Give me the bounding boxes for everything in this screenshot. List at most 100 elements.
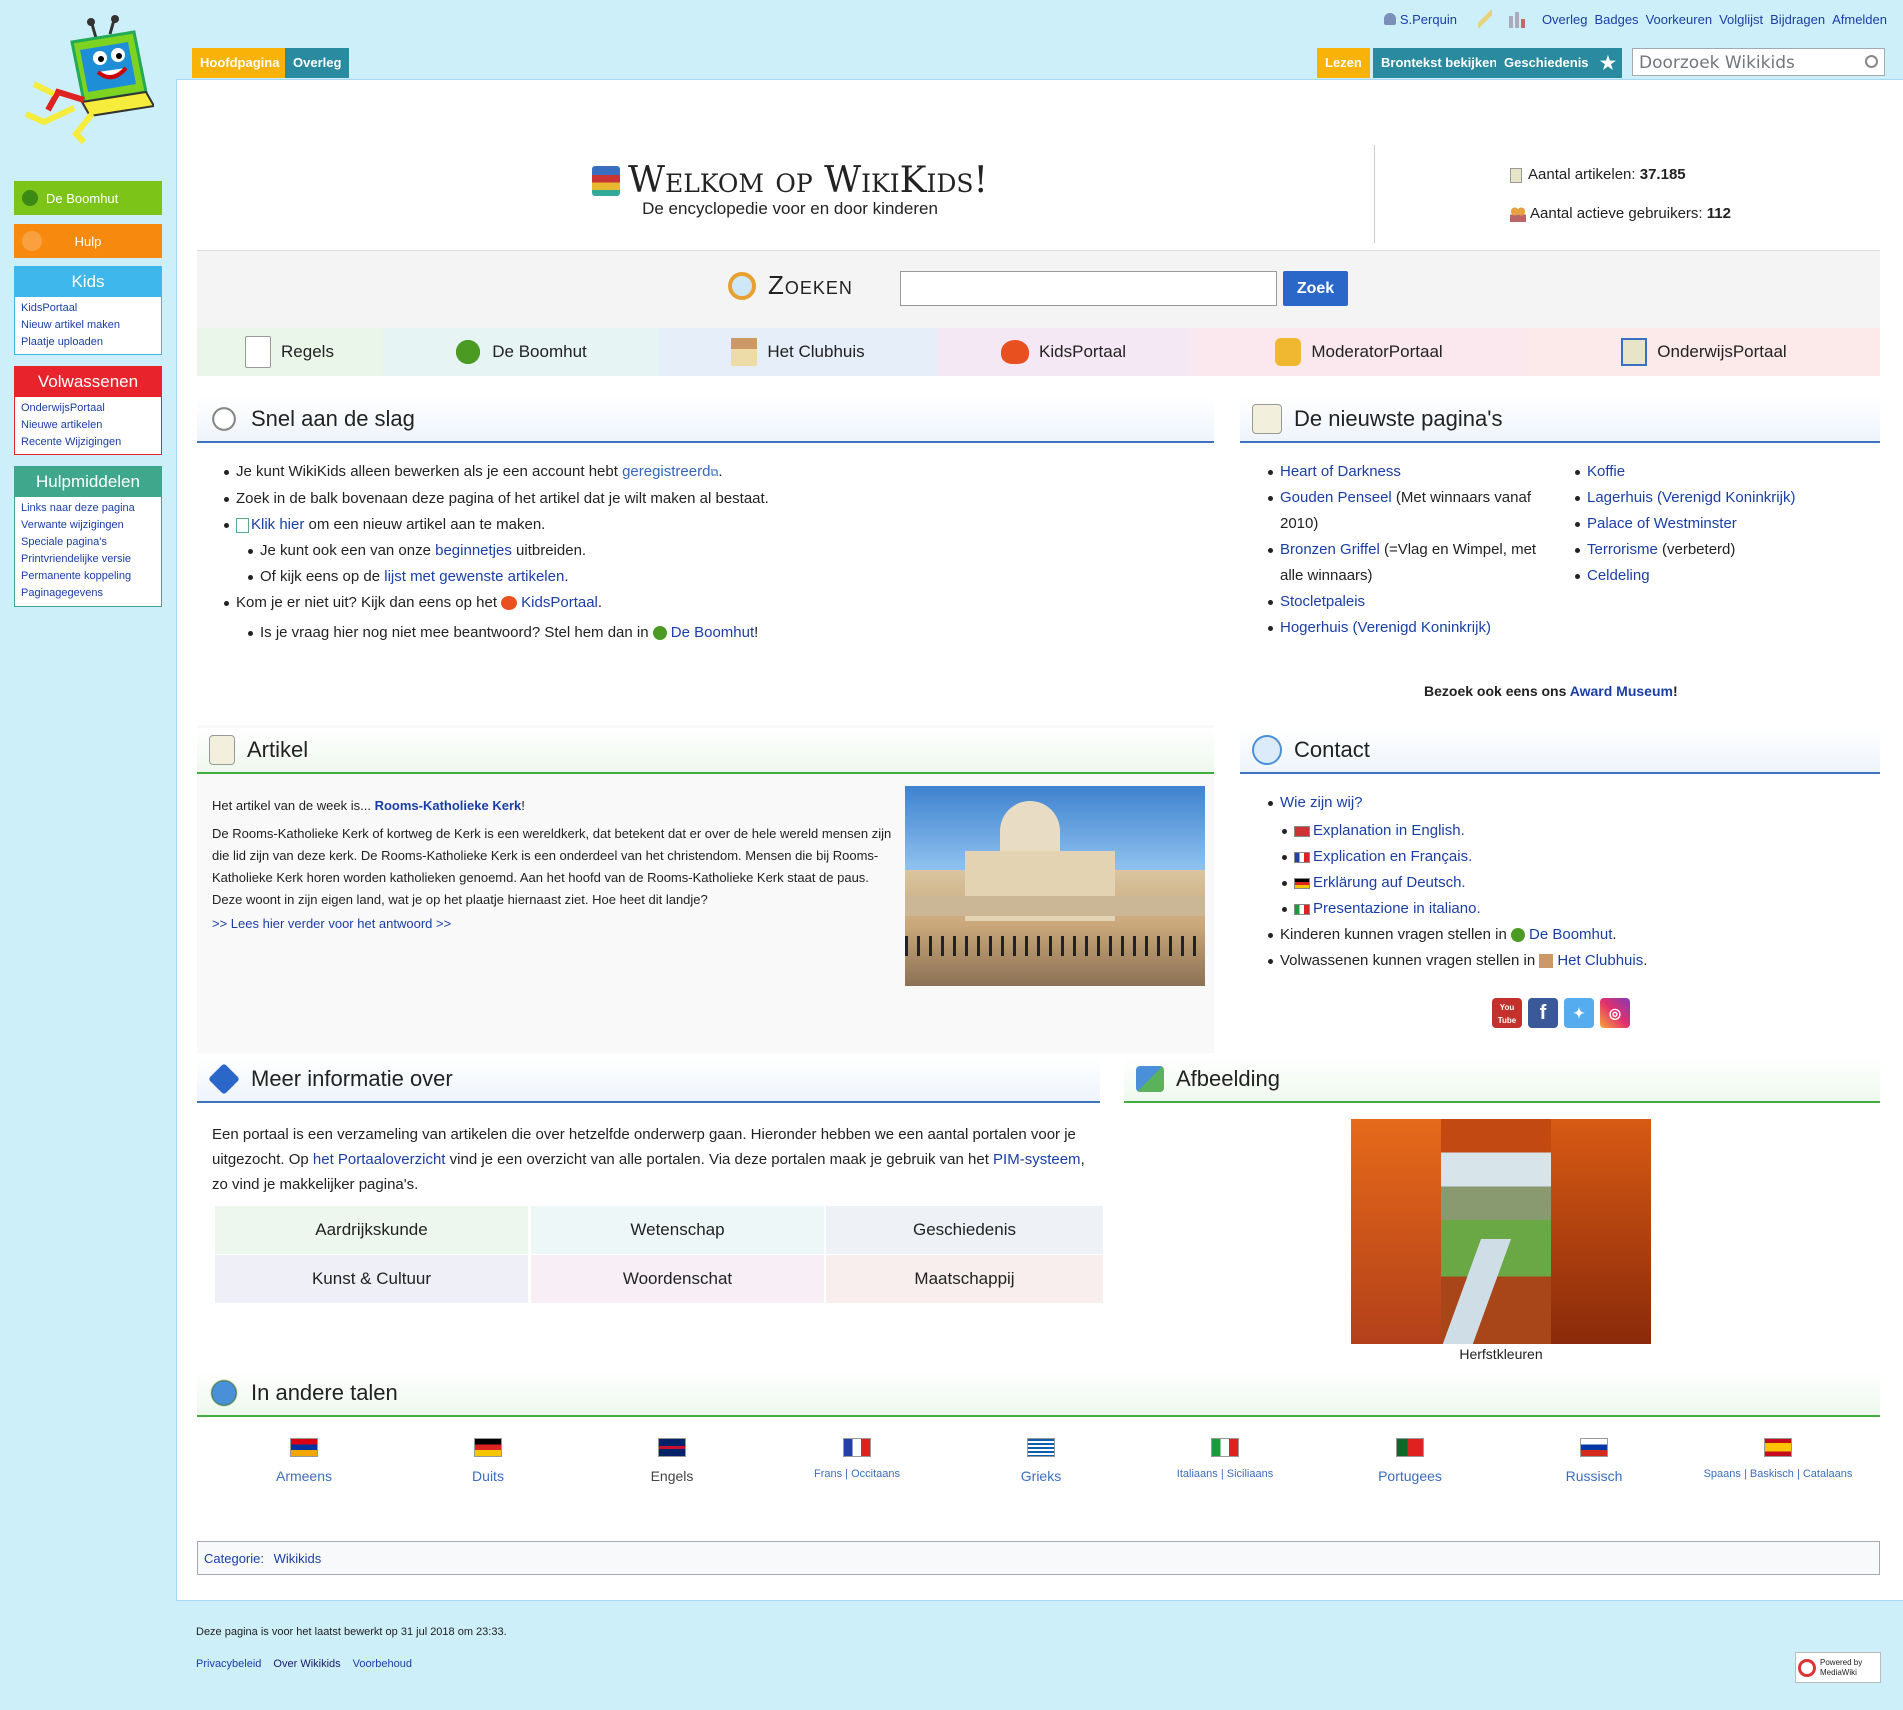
portal-cell-geschiedenis[interactable]: Geschiedenis [826,1206,1103,1254]
vatican-image[interactable] [905,786,1205,986]
lang-engels[interactable]: Engels [582,1438,762,1484]
award-museum-link[interactable]: Award Museum [1570,683,1673,699]
sidebar-boomhut-button[interactable]: De Boomhut [14,181,162,215]
sidebar-item-permalink[interactable]: Permanente koppeling [15,568,161,585]
portal-cell-woordenschat[interactable]: Woordenschat [531,1255,824,1303]
site-logo[interactable] [14,14,156,145]
who-are-we-link[interactable]: Wie zijn wij? [1280,794,1363,811]
featured-article-link[interactable]: Rooms-Katholieke Kerk [375,798,522,813]
instagram-icon[interactable]: ◎ [1600,998,1630,1028]
disclaimer-link[interactable]: Voorbehoud [353,1658,412,1670]
lang-spaans[interactable]: Spaans | Baskisch | Catalaans [1688,1438,1868,1480]
lang-label[interactable]: Frans | Occitaans [767,1468,947,1480]
lang-label[interactable]: Duits [398,1468,578,1484]
tab-read[interactable]: Lezen [1317,48,1370,78]
click-here-link[interactable]: Klik hier [251,516,304,533]
youtube-icon[interactable]: You Tube [1492,998,1522,1028]
contributions-link[interactable]: Bijdragen [1770,12,1825,27]
pim-system-link[interactable]: PIM-systeem [993,1151,1081,1168]
lang-frans[interactable]: Frans | Occitaans [767,1438,947,1480]
logout-link[interactable]: Afmelden [1832,12,1887,27]
facebook-icon[interactable]: f [1528,998,1558,1028]
sidebar-item-special-pages[interactable]: Speciale pagina's [15,534,161,551]
stats-icon[interactable] [1506,10,1527,28]
powered-by-mediawiki[interactable]: Powered by MediaWiki [1795,1652,1881,1683]
portal-cell-wetenschap[interactable]: Wetenschap [531,1206,824,1254]
about-link[interactable]: Over Wikikids [273,1658,340,1670]
german-link[interactable]: Erklärung auf Deutsch. [1313,874,1466,891]
watch-star-icon[interactable]: ★ [1594,48,1622,78]
register-link[interactable]: geregistreerd [622,463,710,480]
sidebar-item-upload[interactable]: Plaatje uploaden [15,334,161,351]
newest-link[interactable]: Gouden Penseel [1280,489,1392,506]
newest-link[interactable]: Hogerhuis (Verenigd Koninkrijk) [1280,619,1491,636]
category-link[interactable]: Wikikids [274,1551,322,1566]
boomhut-link[interactable]: De Boomhut [671,624,754,641]
portal-cell-kunst-cultuur[interactable]: Kunst & Cultuur [215,1255,528,1303]
italian-link[interactable]: Presentazione in italiano. [1313,900,1481,917]
tab-talk[interactable]: Overleg [285,48,350,78]
sidebar-item-recent-changes[interactable]: Recente Wijzigingen [15,434,161,451]
user-link[interactable]: S.Perquin [1383,12,1457,27]
twitter-icon[interactable]: ✦ [1564,998,1594,1028]
newest-link[interactable]: Koffie [1587,463,1625,480]
user-name[interactable]: S.Perquin [1400,12,1457,27]
tab-main-page[interactable]: Hoofdpagina [192,48,288,78]
portal-tab-clubhuis[interactable]: Het Clubhuis [659,328,937,376]
portal-tab-onderwijsportaal[interactable]: OnderwijsPortaal [1528,328,1880,376]
lang-label[interactable]: Engels [582,1468,762,1484]
lang-italiaans[interactable]: Italiaans | Siciliaans [1135,1438,1315,1480]
portal-cell-maatschappij[interactable]: Maatschappij [826,1255,1103,1303]
sidebar-help-button[interactable]: Hulp [14,224,162,258]
main-search-button[interactable]: Zoek [1283,271,1348,306]
kidsportaal-link[interactable]: KidsPortaal [521,594,598,611]
portal-tab-regels[interactable]: Regels [197,328,382,376]
privacy-link[interactable]: Privacybeleid [196,1658,261,1670]
lang-portugees[interactable]: Portugees [1320,1438,1500,1484]
stubs-link[interactable]: beginnetjes [435,542,512,559]
english-link[interactable]: Explanation in English. [1313,822,1465,839]
newest-link[interactable]: Lagerhuis (Verenigd Koninkrijk) [1587,489,1795,506]
search-input[interactable]: Doorzoek Wikikids [1632,48,1885,76]
sidebar-item-onderwijsportaal[interactable]: OnderwijsPortaal [15,400,161,417]
lang-grieks[interactable]: Grieks [951,1438,1131,1484]
sidebar-item-page-info[interactable]: Paginagegevens [15,585,161,602]
search-icon[interactable] [1865,55,1878,68]
talk-link[interactable]: Overleg [1542,12,1588,27]
sidebar-item-whatlinkshere[interactable]: Links naar deze pagina [15,500,161,517]
newest-link[interactable]: Palace of Westminster [1587,515,1737,532]
portal-tab-kidsportaal[interactable]: KidsPortaal [937,328,1190,376]
watchlist-link[interactable]: Volglijst [1719,12,1763,27]
contact-boomhut-link[interactable]: De Boomhut [1529,926,1612,943]
newest-link[interactable]: Stocletpaleis [1280,593,1365,610]
lang-russisch[interactable]: Russisch [1504,1438,1684,1484]
preferences-link[interactable]: Voorkeuren [1646,12,1713,27]
lang-duits[interactable]: Duits [398,1438,578,1484]
autumn-image[interactable] [1351,1119,1651,1344]
sidebar-item-new-articles[interactable]: Nieuwe artikelen [15,417,161,434]
sidebar-item-kidsportaal[interactable]: KidsPortaal [15,300,161,317]
lang-label[interactable]: Russisch [1504,1468,1684,1484]
read-more-link[interactable]: >> Lees hier verder voor het antwoord >> [212,913,892,935]
portal-tab-boomhut[interactable]: De Boomhut [382,328,659,376]
lang-label[interactable]: Portugees [1320,1468,1500,1484]
contact-clubhuis-link[interactable]: Het Clubhuis [1557,952,1643,969]
category-label[interactable]: Categorie: [204,1551,264,1566]
french-link[interactable]: Explication en Français. [1313,848,1472,865]
lang-label[interactable]: Spaans | Baskisch | Catalaans [1688,1468,1868,1480]
portal-overview-link[interactable]: het Portaaloverzicht [313,1151,446,1168]
badges-link[interactable]: Badges [1594,12,1638,27]
tab-view-source[interactable]: Brontekst bekijken [1373,48,1506,78]
lang-armeens[interactable]: Armeens [214,1438,394,1484]
portal-tab-moderatorportaal[interactable]: ModeratorPortaal [1190,328,1528,376]
edit-count-icon[interactable] [1477,10,1492,28]
newest-link[interactable]: Heart of Darkness [1280,463,1401,480]
portal-cell-aardrijkskunde[interactable]: Aardrijkskunde [215,1206,528,1254]
lang-label[interactable]: Italiaans | Siciliaans [1135,1468,1315,1480]
wanted-articles-link[interactable]: lijst met gewenste artikelen [384,568,564,585]
sidebar-item-print[interactable]: Printvriendelijke versie [15,551,161,568]
sidebar-item-related-changes[interactable]: Verwante wijzigingen [15,517,161,534]
lang-label[interactable]: Grieks [951,1468,1131,1484]
newest-link[interactable]: Terrorisme [1587,541,1658,558]
sidebar-item-new-article[interactable]: Nieuw artikel maken [15,317,161,334]
